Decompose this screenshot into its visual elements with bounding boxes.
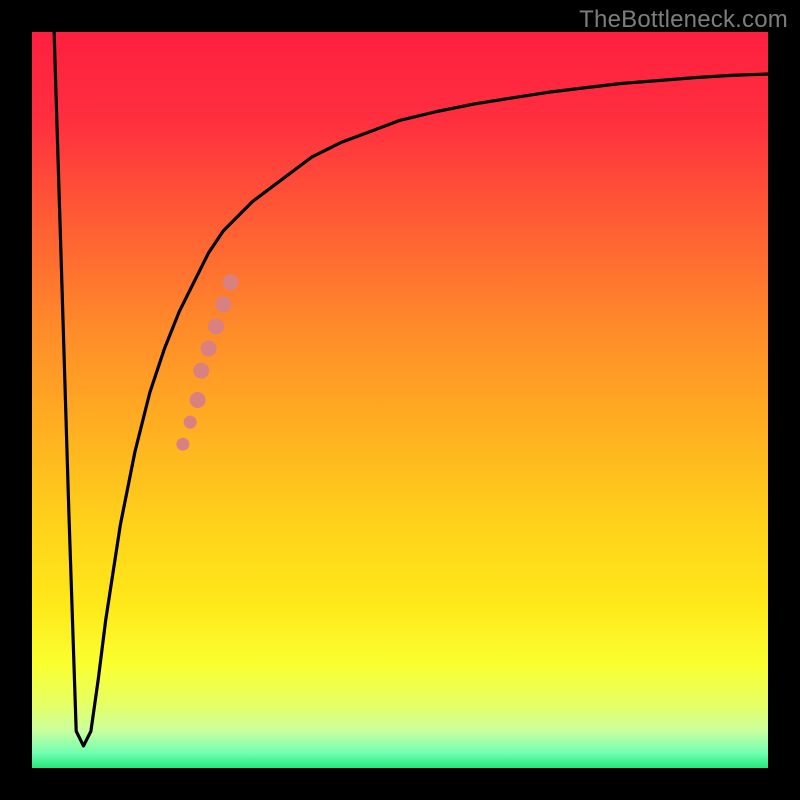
curve-marker xyxy=(215,296,231,312)
watermark-text: TheBottleneck.com xyxy=(579,6,788,34)
curve-marker xyxy=(223,274,239,290)
curve-marker xyxy=(193,363,209,379)
curve-marker xyxy=(208,318,224,334)
curve-marker xyxy=(190,392,206,408)
curve-marker xyxy=(176,438,189,451)
chart-frame: TheBottleneck.com xyxy=(0,0,800,800)
plot-area xyxy=(32,32,768,768)
curve-marker xyxy=(201,341,217,357)
curve-line xyxy=(54,32,768,746)
bottleneck-curve xyxy=(32,32,768,768)
curve-marker xyxy=(184,416,197,429)
